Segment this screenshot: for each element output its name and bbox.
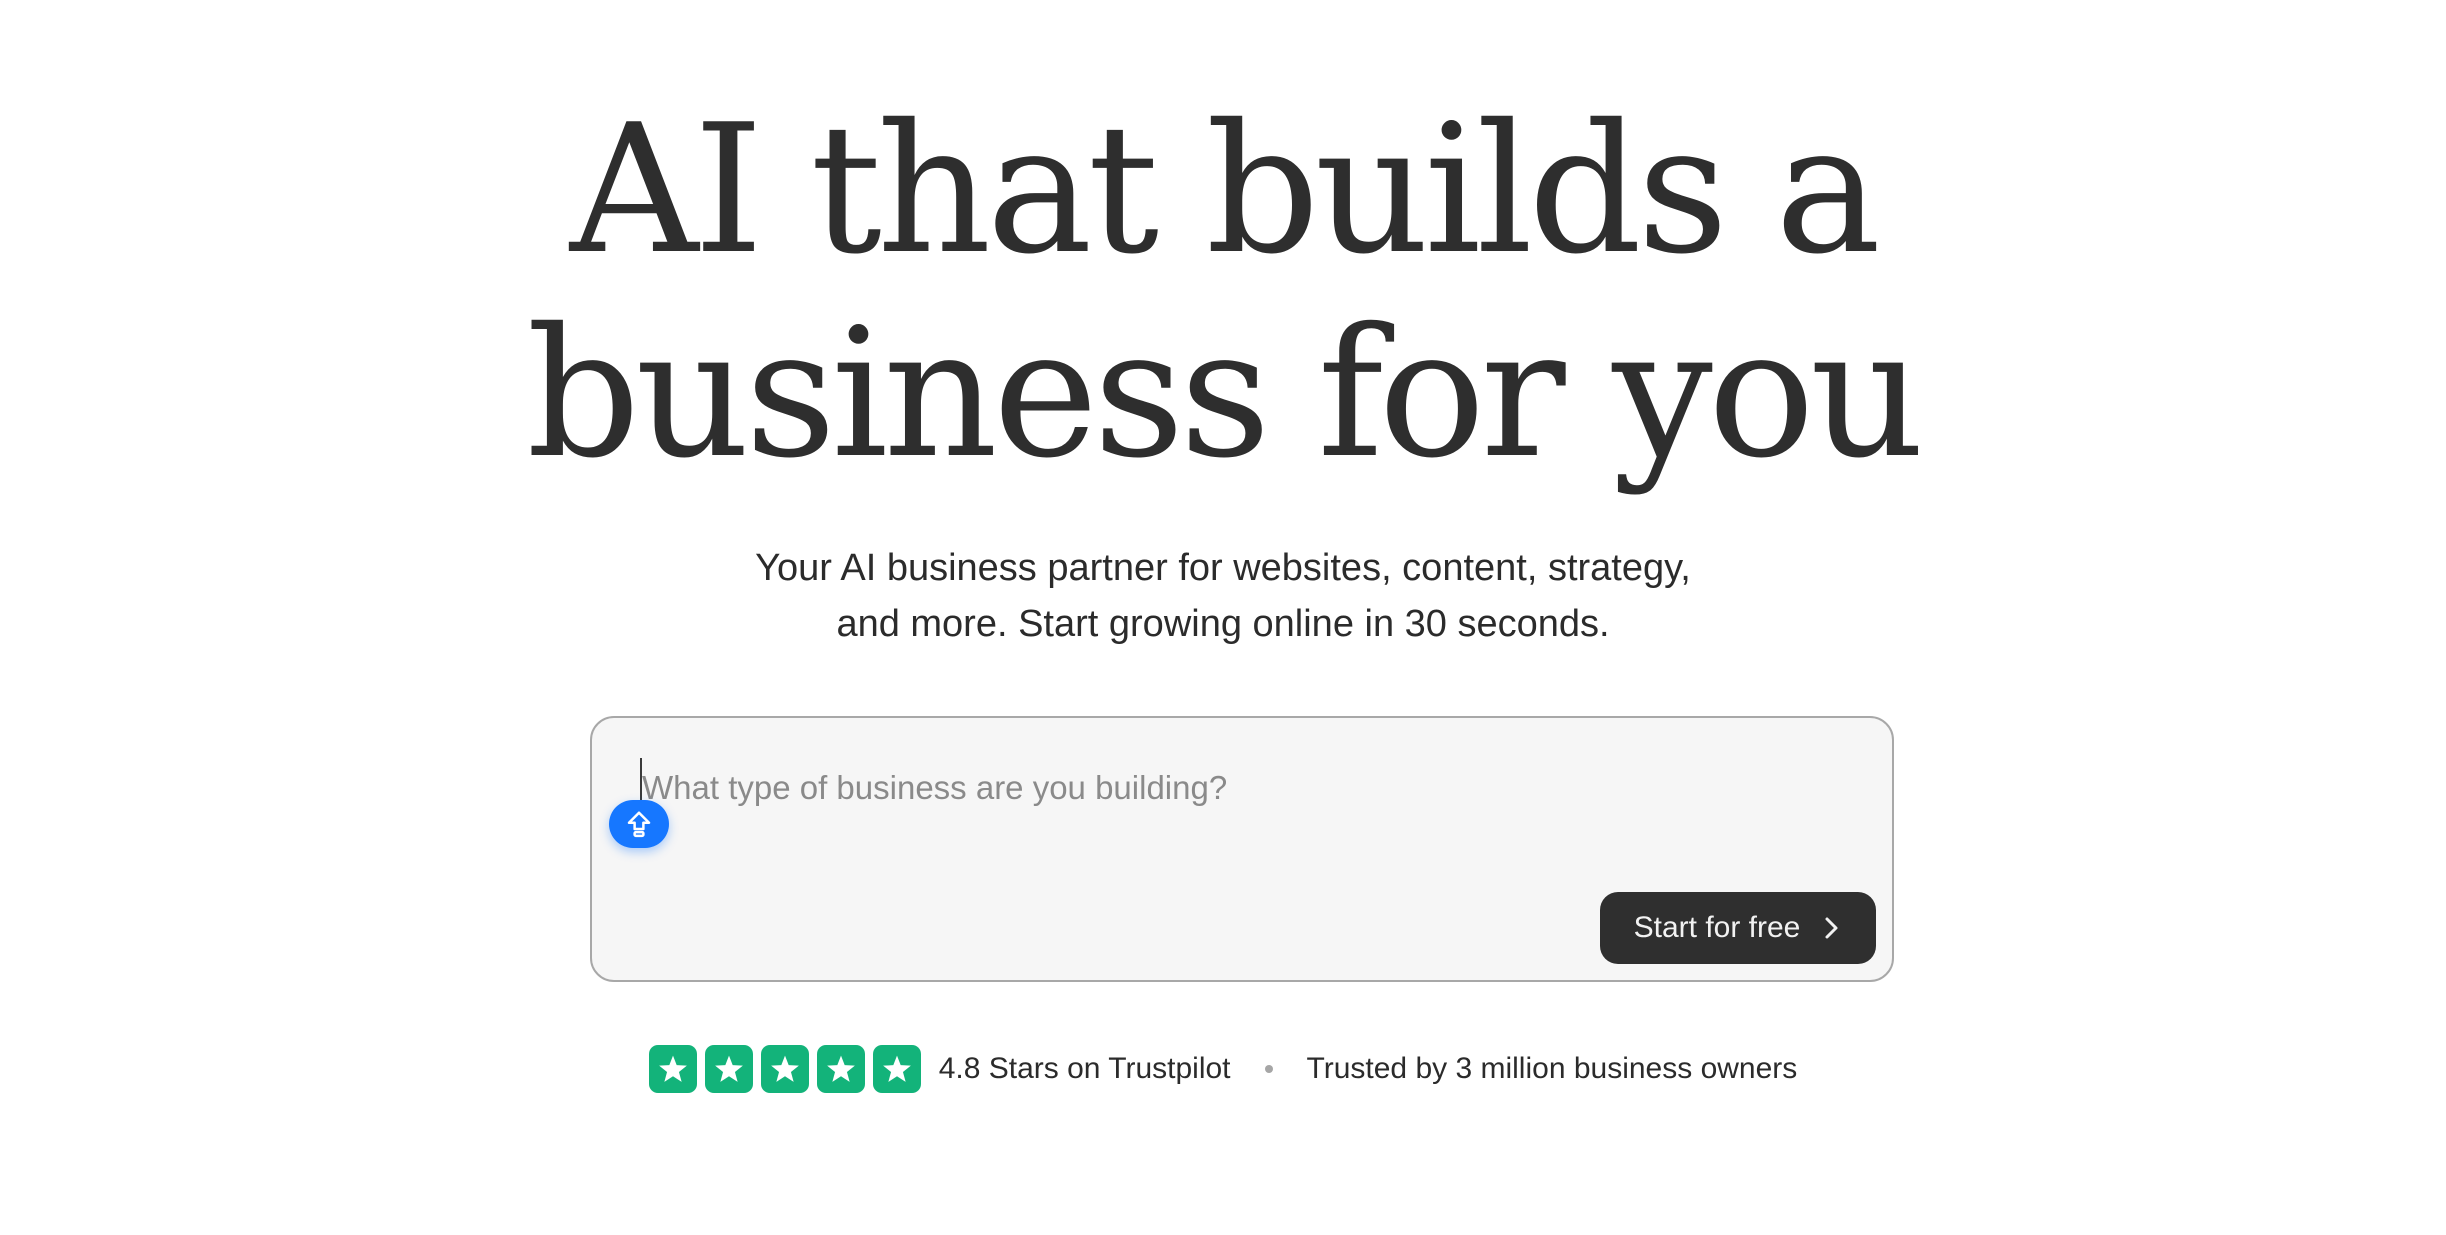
hero-subheadline: Your AI business partner for websites, c…: [0, 540, 2446, 652]
separator-dot: [1264, 1065, 1273, 1073]
star-icon: [760, 1045, 809, 1093]
star-icon: [872, 1045, 921, 1093]
hero-headline: AI that builds a business for you: [0, 88, 2446, 496]
trustpilot-stars: [648, 1045, 921, 1093]
star-icon: [704, 1045, 753, 1093]
headline-line-1: AI that builds a: [569, 86, 1881, 293]
star-icon: [648, 1045, 697, 1093]
trustpilot-rating: 4.8 Stars on Trustpilot: [938, 1052, 1231, 1085]
business-type-input[interactable]: [638, 756, 1792, 820]
subheadline-line-2: and more. Start growing online in 30 sec…: [836, 603, 1610, 645]
trusted-by-text: Trusted by 3 million business owners: [1306, 1052, 1798, 1085]
chevron-right-icon: [1825, 917, 1838, 939]
subheadline-line-1: Your AI business partner for websites, c…: [755, 547, 1691, 589]
start-button-label: Start for free: [1633, 911, 1801, 944]
business-prompt-box[interactable]: Start for free: [590, 716, 1894, 982]
hero-section: AI that builds a business for you Your A…: [0, 0, 2446, 1235]
headline-line-2: business for you: [526, 290, 1924, 497]
upload-arrow-icon: [627, 811, 651, 838]
trust-row: 4.8 Stars on Trustpilot Trusted by 3 mil…: [0, 1042, 2446, 1096]
text-caret: [640, 758, 642, 802]
star-icon: [816, 1045, 865, 1093]
start-for-free-button[interactable]: Start for free: [1600, 892, 1876, 964]
assist-upload-button[interactable]: [609, 800, 669, 848]
